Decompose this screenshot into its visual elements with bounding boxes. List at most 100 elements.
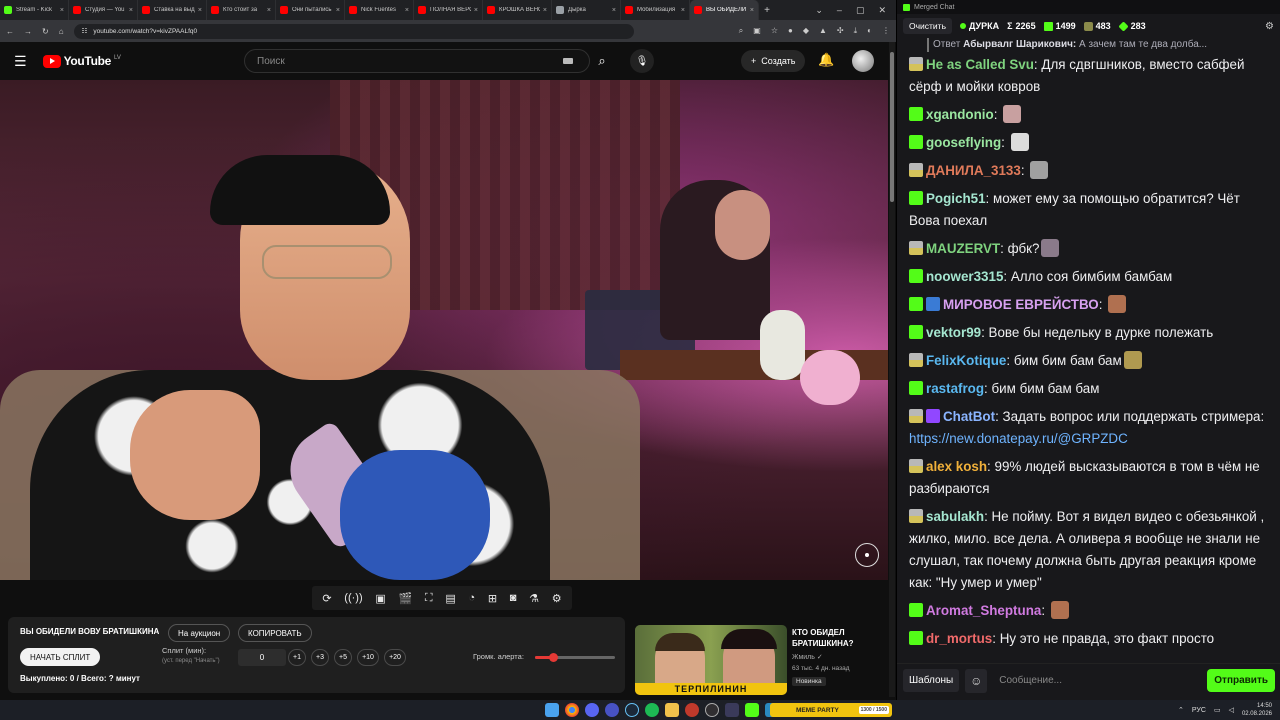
send-button[interactable]: Отправить	[1207, 669, 1275, 692]
loop-icon[interactable]: ⟳	[322, 592, 331, 605]
tab-close-icon[interactable]: ×	[60, 7, 64, 14]
copy-button[interactable]: КОПИРОВАТЬ	[238, 624, 312, 642]
notifications-bell-icon[interactable]: 🔔	[818, 52, 834, 68]
browser-tab[interactable]: Кто стоит за ×	[207, 0, 276, 20]
speed-gauge-icon[interactable]: ◔	[468, 592, 475, 604]
increment-button[interactable]: +5	[334, 649, 352, 666]
minimize-icon[interactable]: –	[837, 5, 842, 16]
extension-icon[interactable]: ◆	[803, 26, 809, 36]
recommended-thumbnail[interactable]: ТЕРПИЛИНИН	[635, 625, 787, 695]
media-icon[interactable]	[685, 703, 699, 717]
chat-username[interactable]: alex kosh	[926, 459, 987, 474]
chat-username[interactable]: MAUZERVT	[926, 241, 1000, 256]
increment-button[interactable]: +20	[384, 649, 406, 666]
browser-tab[interactable]: Дырка ×	[552, 0, 621, 20]
translate-icon[interactable]: ▣	[753, 26, 761, 36]
chat-username[interactable]: FelixKotique	[926, 353, 1006, 368]
search-input[interactable]: Поиск	[244, 49, 590, 73]
scrollbar-thumb[interactable]	[890, 52, 894, 202]
chat-username[interactable]: noower3315	[926, 269, 1003, 284]
network-icon[interactable]: ▭	[1214, 706, 1221, 714]
profile-icon[interactable]: ◐	[867, 26, 872, 36]
chat-username[interactable]: rastafrog	[926, 381, 984, 396]
menu-dots-icon[interactable]: ⋮	[882, 26, 890, 36]
chat-message-input[interactable]: Сообщение...	[993, 668, 1202, 693]
templates-button[interactable]: Шаблоны	[903, 669, 960, 692]
back-icon[interactable]: ←	[6, 27, 14, 36]
tab-close-icon[interactable]: ×	[267, 7, 271, 14]
zoom-icon[interactable]: ⌕	[739, 26, 743, 36]
chat-username[interactable]: ДАНИЛА_3133	[926, 163, 1021, 178]
emoji-picker-icon[interactable]: ☺	[965, 668, 988, 693]
camera-icon[interactable]: ◙	[510, 592, 517, 604]
extension-icon[interactable]: ●	[788, 26, 793, 36]
menu-icon[interactable]: ☰	[14, 53, 27, 70]
url-field[interactable]: ☷ youtube.com/watch?v=kivZPAALfq0	[73, 23, 634, 39]
chat-username[interactable]: xgandonio	[926, 107, 994, 122]
chat-settings-gear-icon[interactable]: ⚙	[1265, 21, 1274, 32]
tab-close-icon[interactable]: ×	[543, 7, 547, 14]
volume-icon[interactable]: ◁	[1229, 706, 1234, 714]
discord-alt-icon[interactable]	[605, 703, 619, 717]
bookmark-star-icon[interactable]: ☆	[771, 26, 778, 36]
chat-username[interactable]: Pogich51	[926, 191, 986, 206]
tab-close-icon[interactable]: ×	[474, 7, 478, 14]
chat-username[interactable]: He as Called Svu	[926, 57, 1034, 72]
tab-close-icon[interactable]: ×	[336, 7, 340, 14]
increment-button[interactable]: +10	[357, 649, 379, 666]
gear-icon[interactable]: ⚙	[552, 592, 562, 605]
chat-username[interactable]: dr_mortus	[926, 631, 992, 646]
alert-volume-handle[interactable]	[548, 653, 558, 662]
download-icon[interactable]: ⤓	[854, 26, 858, 36]
browser-tab[interactable]: ВЫ ОБИДЕЛИ ×	[690, 0, 759, 20]
clapper-icon[interactable]: 🎬	[398, 592, 412, 605]
browser-tab[interactable]: Они пытались ×	[276, 0, 345, 20]
discord-icon[interactable]	[585, 703, 599, 717]
broadcast-icon[interactable]: ((·))	[344, 592, 362, 604]
browser-tab[interactable]: ПОЛНАЯ ВЕРСИЯ×	[414, 0, 483, 20]
browser-tab[interactable]: Stream - Kick ×	[0, 0, 69, 20]
frame-icon[interactable]: ⛶	[425, 592, 433, 605]
tab-search-icon[interactable]: ⌄	[815, 5, 823, 16]
site-info-icon[interactable]: ☷	[82, 27, 88, 35]
browser-tab[interactable]: Nick Fuentes ×	[345, 0, 414, 20]
keyboard-icon[interactable]	[563, 58, 573, 64]
chat-username[interactable]: sabulakh	[926, 509, 984, 524]
chat-username[interactable]: gooseflying	[926, 135, 1001, 150]
forward-icon[interactable]: →	[24, 27, 32, 36]
windows-start-icon[interactable]	[545, 703, 559, 717]
obs-icon[interactable]	[705, 703, 719, 717]
start-split-button[interactable]: НАЧАТЬ СПЛИТ	[20, 648, 101, 666]
to-auction-button[interactable]: На аукцион	[168, 624, 231, 642]
chat-username[interactable]: ChatBot	[943, 409, 995, 424]
increment-button[interactable]: +1	[288, 649, 306, 666]
split-minutes-input[interactable]: 0	[238, 649, 286, 666]
tab-close-icon[interactable]: ×	[750, 7, 754, 14]
clock[interactable]: 14:50 02.08.2026	[1242, 702, 1272, 718]
home-icon[interactable]: ⌂	[59, 27, 64, 36]
extension-icon[interactable]: ▲	[819, 26, 827, 36]
recommended-channel[interactable]: Жмиль ✓	[792, 653, 823, 661]
chrome-icon[interactable]	[565, 703, 579, 717]
tab-close-icon[interactable]: ×	[612, 7, 616, 14]
extensions-puzzle-icon[interactable]: ✣	[837, 26, 844, 36]
close-window-icon[interactable]: ✕	[878, 5, 886, 16]
language-indicator[interactable]: РУС	[1192, 707, 1206, 714]
increment-button[interactable]: +3	[311, 649, 329, 666]
add-clip-icon[interactable]: ⊞	[488, 592, 497, 605]
tab-close-icon[interactable]: ×	[681, 7, 685, 14]
new-tab-button[interactable]: +	[759, 5, 775, 16]
kick-chat-icon[interactable]	[745, 703, 759, 717]
browser-tab[interactable]: Студия — YouTube×	[69, 0, 138, 20]
explorer-icon[interactable]	[665, 703, 679, 717]
film-icon[interactable]: ▤	[445, 592, 455, 605]
recommended-title[interactable]: КТО ОБИДЕЛ БРАТИШКИНА?	[792, 627, 882, 649]
browser-tab[interactable]: КРОШКА ВЕНОМ×	[483, 0, 552, 20]
video-player[interactable]	[0, 80, 888, 580]
chat-username[interactable]: vektor99	[926, 325, 981, 340]
maximize-icon[interactable]: ▢	[856, 5, 865, 16]
browser-tab[interactable]: Ставка на выдачу×	[138, 0, 207, 20]
reload-icon[interactable]: ↻	[42, 27, 49, 36]
chat-username[interactable]: МИРОВОЕ ЕВРЕЙСТВО	[943, 297, 1099, 312]
search-icon[interactable]: ⌕	[590, 49, 614, 73]
